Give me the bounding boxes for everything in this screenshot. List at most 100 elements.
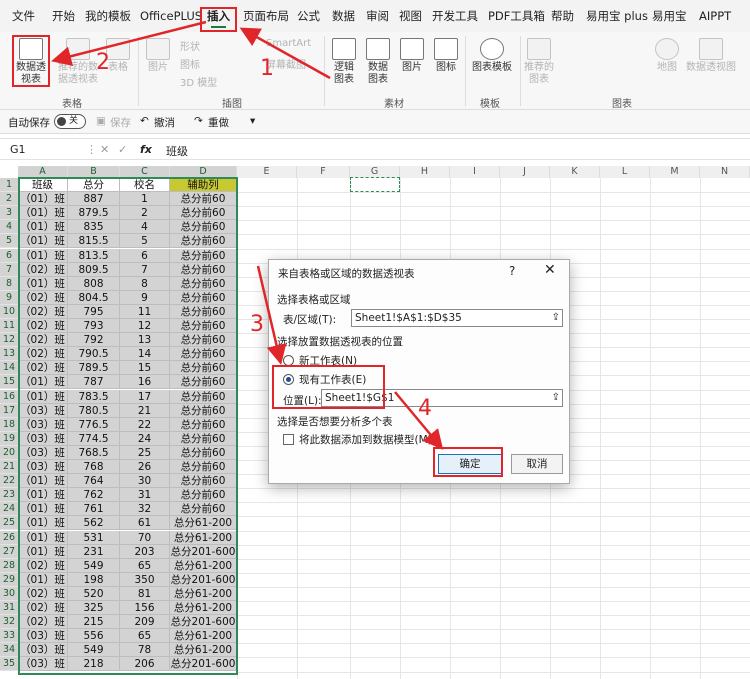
confirm-icon[interactable]: ✓ <box>118 143 127 156</box>
table-cell[interactable]: （03）班 <box>18 643 68 658</box>
save-icon[interactable]: ▣ <box>96 115 106 127</box>
range-input[interactable]: Sheet1!$A$1:$D$35 ⇪ <box>351 309 563 327</box>
table-cell[interactable]: 787 <box>68 375 120 390</box>
insert-function-icon[interactable]: fx <box>140 143 152 156</box>
table-cell[interactable]: 520 <box>68 586 120 601</box>
table-cell[interactable]: 总分前60 <box>170 262 237 277</box>
row-header[interactable]: 21 <box>0 460 18 475</box>
table-cell[interactable]: 783.5 <box>68 389 120 404</box>
help-icon[interactable]: ? <box>509 264 515 278</box>
table-cell[interactable]: （02）班 <box>18 347 68 362</box>
table-cell[interactable]: 350 <box>120 572 170 587</box>
row-header[interactable]: 34 <box>0 643 18 658</box>
table-cell[interactable]: 774.5 <box>68 431 120 446</box>
table-cell[interactable]: 808 <box>68 276 120 291</box>
row-header[interactable]: 35 <box>0 657 18 672</box>
menu-developer[interactable]: 开发工具 <box>432 6 478 26</box>
table-cell[interactable]: 556 <box>68 629 120 644</box>
table-cell[interactable]: （02）班 <box>18 319 68 334</box>
table-cell[interactable]: 81 <box>120 586 170 601</box>
row-header[interactable]: 28 <box>0 558 18 573</box>
data-chart-button[interactable]: 数据图表 <box>364 38 392 86</box>
autosave-toggle[interactable]: 关 <box>54 114 86 129</box>
table-cell[interactable]: （02）班 <box>18 601 68 616</box>
column-header[interactable]: H <box>400 166 450 178</box>
table-cell[interactable]: 总分61-200 <box>170 643 237 658</box>
table-cell[interactable]: 762 <box>68 488 120 503</box>
table-cell[interactable]: 总分61-200 <box>170 586 237 601</box>
menu-view[interactable]: 视图 <box>399 6 422 26</box>
radio-existing-worksheet-label[interactable]: 现有工作表(E) <box>299 372 366 387</box>
table-cell[interactable]: 789.5 <box>68 361 120 376</box>
picture-button[interactable]: 图片 <box>144 38 172 74</box>
collapse-dialog-icon[interactable]: ⇪ <box>552 390 560 406</box>
menu-aippt[interactable]: AIPPT <box>699 6 731 26</box>
location-input[interactable]: Sheet1!$G$1 ⇪ <box>321 389 563 407</box>
table-cell[interactable]: （01）班 <box>18 502 68 517</box>
radio-existing-worksheet[interactable] <box>283 374 294 385</box>
table-header-cell[interactable]: 班级 <box>18 178 68 193</box>
table-cell[interactable]: （01）班 <box>18 375 68 390</box>
table-cell[interactable]: 总分前60 <box>170 220 237 235</box>
table-cell[interactable]: 总分前60 <box>170 333 237 348</box>
table-cell[interactable]: 8 <box>120 276 170 291</box>
column-header[interactable]: J <box>500 166 550 178</box>
row-header[interactable]: 14 <box>0 361 18 376</box>
table-cell[interactable]: （03）班 <box>18 403 68 418</box>
row-header[interactable]: 7 <box>0 262 18 277</box>
table-cell[interactable]: 792 <box>68 333 120 348</box>
table-cell[interactable]: 761 <box>68 502 120 517</box>
table-cell[interactable]: 26 <box>120 460 170 475</box>
table-cell[interactable]: 804.5 <box>68 290 120 305</box>
menu-help[interactable]: 帮助 <box>551 6 574 26</box>
map-button[interactable]: 地图 <box>653 38 681 74</box>
table-cell[interactable]: 562 <box>68 516 120 531</box>
table-header-cell[interactable]: 校名 <box>120 178 170 193</box>
table-cell[interactable]: （02）班 <box>18 615 68 630</box>
table-cell[interactable]: 198 <box>68 572 120 587</box>
row-header[interactable]: 5 <box>0 234 18 249</box>
active-cell-marquee[interactable] <box>350 177 400 192</box>
table-cell[interactable]: 2 <box>120 206 170 221</box>
row-header[interactable]: 22 <box>0 474 18 489</box>
radio-new-worksheet[interactable] <box>283 355 294 366</box>
shapes-button[interactable]: 形状 <box>180 38 200 53</box>
row-header[interactable]: 12 <box>0 333 18 348</box>
table-cell[interactable]: 4 <box>120 220 170 235</box>
menu-data[interactable]: 数据 <box>332 6 355 26</box>
close-icon[interactable]: ✕ <box>544 262 556 278</box>
table-cell[interactable]: 17 <box>120 389 170 404</box>
table-cell[interactable]: 总分前60 <box>170 276 237 291</box>
row-header[interactable]: 19 <box>0 431 18 446</box>
undo-button[interactable]: 撤消 <box>154 115 175 130</box>
table-cell[interactable]: 总分前60 <box>170 460 237 475</box>
menu-pdf-toolbox[interactable]: PDF工具箱 <box>488 6 545 26</box>
row-header[interactable]: 15 <box>0 375 18 390</box>
table-cell[interactable]: 32 <box>120 502 170 517</box>
row-header[interactable]: 13 <box>0 347 18 362</box>
column-header[interactable]: B <box>68 166 120 178</box>
menu-home[interactable]: 开始 <box>52 6 75 26</box>
table-cell[interactable]: 总分61-200 <box>170 629 237 644</box>
ok-button[interactable]: 确定 <box>438 454 502 474</box>
table-cell[interactable]: （02）班 <box>18 262 68 277</box>
redo-icon[interactable]: ↷ <box>194 115 203 127</box>
table-cell[interactable]: 6 <box>120 248 170 263</box>
table-cell[interactable]: 813.5 <box>68 248 120 263</box>
table-cell[interactable]: 768 <box>68 460 120 475</box>
table-cell[interactable]: 215 <box>68 615 120 630</box>
table-cell[interactable]: （01）班 <box>18 530 68 545</box>
material-icon-button[interactable]: 图标 <box>432 38 460 74</box>
menu-my-templates[interactable]: 我的模板 <box>85 6 131 26</box>
table-cell[interactable]: （02）班 <box>18 304 68 319</box>
table-cell[interactable]: 14 <box>120 347 170 362</box>
menu-formulas[interactable]: 公式 <box>297 6 320 26</box>
table-cell[interactable]: （03）班 <box>18 657 68 672</box>
table-cell[interactable]: 总分201-600 <box>170 544 237 559</box>
table-cell[interactable]: 809.5 <box>68 262 120 277</box>
table-cell[interactable]: 总分前60 <box>170 347 237 362</box>
row-header[interactable]: 8 <box>0 276 18 291</box>
table-cell[interactable]: 总分前60 <box>170 488 237 503</box>
table-cell[interactable]: 231 <box>68 544 120 559</box>
table-cell[interactable]: 795 <box>68 304 120 319</box>
